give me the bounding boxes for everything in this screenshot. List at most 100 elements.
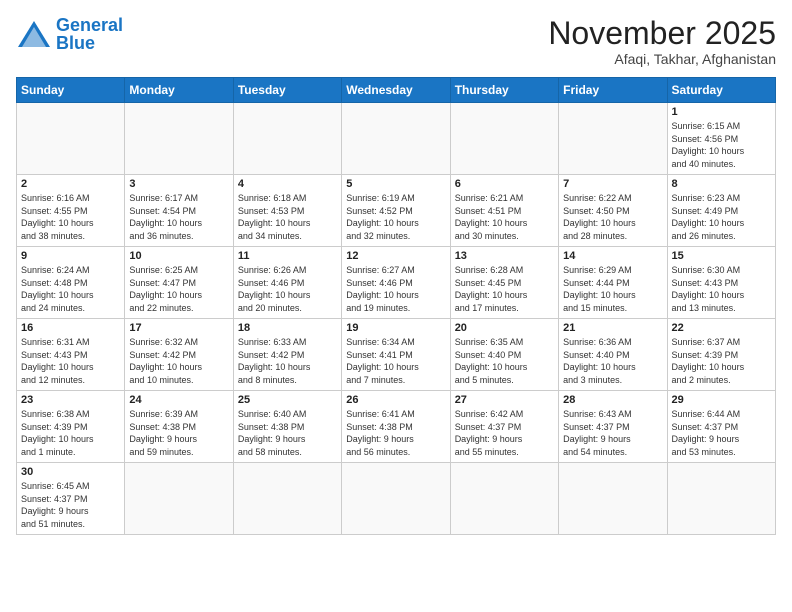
day-info: Sunrise: 6:43 AM Sunset: 4:37 PM Dayligh… [563,408,662,458]
calendar-cell: 21 Sunrise: 6:36 AM Sunset: 4:40 PM Dayli… [559,319,667,391]
calendar-cell: 22 Sunrise: 6:37 AM Sunset: 4:39 PM Dayli… [667,319,775,391]
day-number: 25 [238,394,337,406]
day-info: Sunrise: 6:28 AM Sunset: 4:45 PM Dayligh… [455,264,554,314]
calendar-cell: 2Sunrise: 6:16 AM Sunset: 4:55 PM Daylig… [17,175,125,247]
calendar-week-row: 2Sunrise: 6:16 AM Sunset: 4:55 PM Daylig… [17,175,776,247]
day-info: Sunrise: 6:30 AM Sunset: 4:43 PM Dayligh… [672,264,771,314]
day-number: 22 [672,322,771,334]
weekday-header: Thursday [450,78,558,103]
day-info: Sunrise: 6:42 AM Sunset: 4:37 PM Dayligh… [455,408,554,458]
day-number: 24 [129,394,228,406]
calendar-week-row: 16Sunrise: 6:31 AM Sunset: 4:43 PM Dayli… [17,319,776,391]
calendar-cell [125,463,233,534]
calendar-cell [233,463,341,534]
day-info: Sunrise: 6:16 AM Sunset: 4:55 PM Dayligh… [21,192,120,242]
calendar-cell: 12Sunrise: 6:27 AM Sunset: 4:46 PM Dayli… [342,247,450,319]
calendar-cell [559,463,667,534]
page: General Blue November 2025 Afaqi, Takhar… [0,0,792,612]
calendar-cell [559,103,667,175]
calendar-cell: 5 Sunrise: 6:19 AM Sunset: 4:52 PM Daylig… [342,175,450,247]
calendar-cell: 9 Sunrise: 6:24 AM Sunset: 4:48 PM Daylig… [17,247,125,319]
calendar-cell: 8 Sunrise: 6:23 AM Sunset: 4:49 PM Daylig… [667,175,775,247]
logo-general: General [56,15,123,35]
calendar-cell [667,463,775,534]
day-number: 7 [563,178,662,190]
day-number: 10 [129,250,228,262]
day-number: 16 [21,322,120,334]
calendar-cell: 14Sunrise: 6:29 AM Sunset: 4:44 PM Dayli… [559,247,667,319]
calendar-cell: 10Sunrise: 6:25 AM Sunset: 4:47 PM Dayli… [125,247,233,319]
calendar-cell: 1 Sunrise: 6:15 AM Sunset: 4:56 PM Daylig… [667,103,775,175]
calendar-cell: 23Sunrise: 6:38 AM Sunset: 4:39 PM Dayli… [17,391,125,463]
calendar-cell: 13 Sunrise: 6:28 AM Sunset: 4:45 PM Dayli… [450,247,558,319]
day-info: Sunrise: 6:29 AM Sunset: 4:44 PM Dayligh… [563,264,662,314]
day-info: Sunrise: 6:26 AM Sunset: 4:46 PM Dayligh… [238,264,337,314]
header: General Blue November 2025 Afaqi, Takhar… [16,16,776,67]
day-info: Sunrise: 6:21 AM Sunset: 4:51 PM Dayligh… [455,192,554,242]
calendar-cell: 20Sunrise: 6:35 AM Sunset: 4:40 PM Dayli… [450,319,558,391]
month-title: November 2025 [548,16,776,51]
logo-text: General Blue [56,16,123,52]
day-number: 15 [672,250,771,262]
calendar-cell: 27 Sunrise: 6:42 AM Sunset: 4:37 PM Dayli… [450,391,558,463]
day-number: 29 [672,394,771,406]
calendar-cell [125,103,233,175]
day-number: 30 [21,466,120,478]
logo-icon [16,19,52,49]
calendar-cell: 4Sunrise: 6:18 AM Sunset: 4:53 PM Daylig… [233,175,341,247]
calendar-header-row: SundayMondayTuesdayWednesdayThursdayFrid… [17,78,776,103]
day-number: 13 [455,250,554,262]
day-number: 1 [672,106,771,118]
calendar-cell: 15 Sunrise: 6:30 AM Sunset: 4:43 PM Dayli… [667,247,775,319]
day-number: 27 [455,394,554,406]
calendar-cell: 24 Sunrise: 6:39 AM Sunset: 4:38 PM Dayli… [125,391,233,463]
calendar-cell: 19 Sunrise: 6:34 AM Sunset: 4:41 PM Dayli… [342,319,450,391]
day-info: Sunrise: 6:19 AM Sunset: 4:52 PM Dayligh… [346,192,445,242]
calendar-week-row: 1 Sunrise: 6:15 AM Sunset: 4:56 PM Daylig… [17,103,776,175]
calendar-cell: 18Sunrise: 6:33 AM Sunset: 4:42 PM Dayli… [233,319,341,391]
calendar-cell: 16Sunrise: 6:31 AM Sunset: 4:43 PM Dayli… [17,319,125,391]
day-number: 21 [563,322,662,334]
calendar-cell [233,103,341,175]
calendar-cell: 17 Sunrise: 6:32 AM Sunset: 4:42 PM Dayli… [125,319,233,391]
day-info: Sunrise: 6:34 AM Sunset: 4:41 PM Dayligh… [346,336,445,386]
day-number: 3 [129,178,228,190]
day-number: 12 [346,250,445,262]
day-number: 23 [21,394,120,406]
calendar-cell: 25Sunrise: 6:40 AM Sunset: 4:38 PM Dayli… [233,391,341,463]
day-number: 17 [129,322,228,334]
day-number: 8 [672,178,771,190]
day-info: Sunrise: 6:15 AM Sunset: 4:56 PM Dayligh… [672,120,771,170]
day-number: 28 [563,394,662,406]
day-info: Sunrise: 6:32 AM Sunset: 4:42 PM Dayligh… [129,336,228,386]
day-info: Sunrise: 6:17 AM Sunset: 4:54 PM Dayligh… [129,192,228,242]
day-number: 6 [455,178,554,190]
calendar-cell [450,103,558,175]
calendar-cell [17,103,125,175]
day-info: Sunrise: 6:24 AM Sunset: 4:48 PM Dayligh… [21,264,120,314]
calendar-week-row: 30 Sunrise: 6:45 AM Sunset: 4:37 PM Dayli… [17,463,776,534]
day-info: Sunrise: 6:36 AM Sunset: 4:40 PM Dayligh… [563,336,662,386]
day-info: Sunrise: 6:23 AM Sunset: 4:49 PM Dayligh… [672,192,771,242]
calendar-cell: 30 Sunrise: 6:45 AM Sunset: 4:37 PM Dayli… [17,463,125,534]
day-info: Sunrise: 6:39 AM Sunset: 4:38 PM Dayligh… [129,408,228,458]
weekday-header: Tuesday [233,78,341,103]
day-number: 19 [346,322,445,334]
day-number: 4 [238,178,337,190]
day-number: 11 [238,250,337,262]
day-number: 9 [21,250,120,262]
day-info: Sunrise: 6:37 AM Sunset: 4:39 PM Dayligh… [672,336,771,386]
calendar-cell: 7Sunrise: 6:22 AM Sunset: 4:50 PM Daylig… [559,175,667,247]
day-number: 5 [346,178,445,190]
day-number: 26 [346,394,445,406]
weekday-header: Friday [559,78,667,103]
calendar-cell: 29 Sunrise: 6:44 AM Sunset: 4:37 PM Dayli… [667,391,775,463]
calendar-cell [342,463,450,534]
weekday-header: Saturday [667,78,775,103]
location: Afaqi, Takhar, Afghanistan [548,51,776,67]
day-info: Sunrise: 6:45 AM Sunset: 4:37 PM Dayligh… [21,480,120,530]
calendar-week-row: 23Sunrise: 6:38 AM Sunset: 4:39 PM Dayli… [17,391,776,463]
title-block: November 2025 Afaqi, Takhar, Afghanistan [548,16,776,67]
calendar-cell: 3 Sunrise: 6:17 AM Sunset: 4:54 PM Daylig… [125,175,233,247]
day-info: Sunrise: 6:44 AM Sunset: 4:37 PM Dayligh… [672,408,771,458]
